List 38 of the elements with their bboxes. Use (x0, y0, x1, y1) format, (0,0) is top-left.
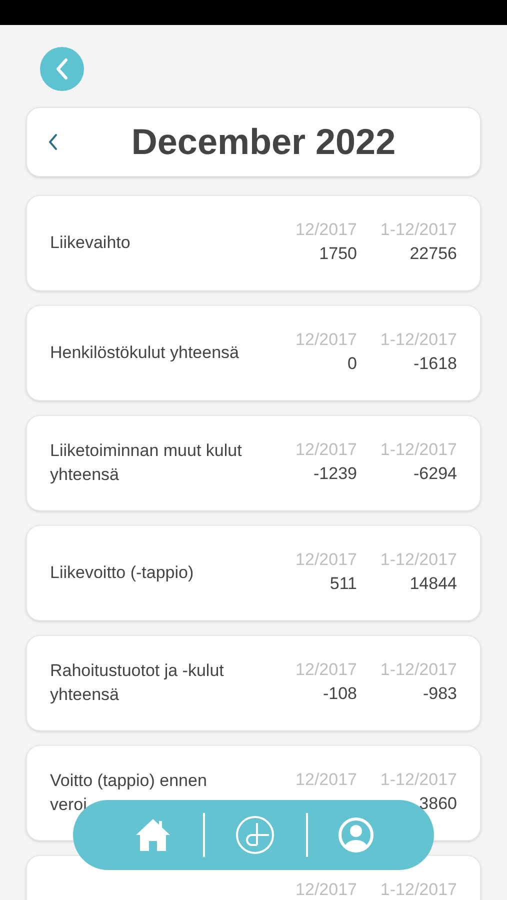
value-text: -1618 (414, 353, 457, 375)
profile-icon[interactable] (338, 817, 374, 853)
period-label: 1-12/2017 (380, 219, 457, 241)
period-label: 12/2017 (296, 879, 357, 900)
month-title: December 2022 (130, 120, 396, 164)
period-label: 1-12/2017 (380, 659, 457, 681)
row-label: Liiketoiminnan muut kulut yhteensä (50, 440, 243, 486)
value-text: 1750 (319, 243, 357, 265)
value-text: 14844 (410, 573, 457, 595)
period-label: 1-12/2017 (380, 879, 457, 900)
period-label: 12/2017 (296, 439, 357, 461)
chevron-left-icon (47, 132, 59, 152)
period-label: 12/2017 (296, 329, 357, 351)
back-button[interactable] (40, 47, 84, 91)
period-label: 1-12/2017 (380, 769, 457, 791)
row-label: Liikevaihto (50, 232, 132, 254)
row-label: Henkilöstökulut yhteensä (50, 342, 240, 364)
value-text: -108 (322, 683, 357, 705)
period-label: 12/2017 (296, 219, 357, 241)
row-label: Liikevoitto (-tappio) (50, 562, 195, 584)
period-label: 1-12/2017 (380, 439, 457, 461)
value-text: -983 (422, 683, 457, 705)
value-text: 22756 (410, 243, 457, 265)
value-text: 511 (330, 573, 357, 595)
period-label: 1-12/2017 (380, 549, 457, 571)
row-label: Voitto (tappio) ennen veroi (50, 770, 208, 816)
value-text: -6294 (414, 463, 457, 485)
row-label: Rahoitustuotot ja -kulut yhteensä (50, 660, 225, 706)
period-label: 12/2017 (296, 659, 357, 681)
value-text: 3860 (419, 793, 457, 815)
logo-icon[interactable] (234, 815, 274, 855)
home-icon[interactable] (134, 817, 172, 853)
period-label: 1-12/2017 (380, 329, 457, 351)
period-label: 12/2017 (296, 549, 357, 571)
period-label: 12/2017 (296, 769, 357, 791)
chevron-left-icon (55, 58, 69, 80)
value-text: 0 (348, 353, 357, 375)
value-text: -1239 (314, 463, 357, 485)
